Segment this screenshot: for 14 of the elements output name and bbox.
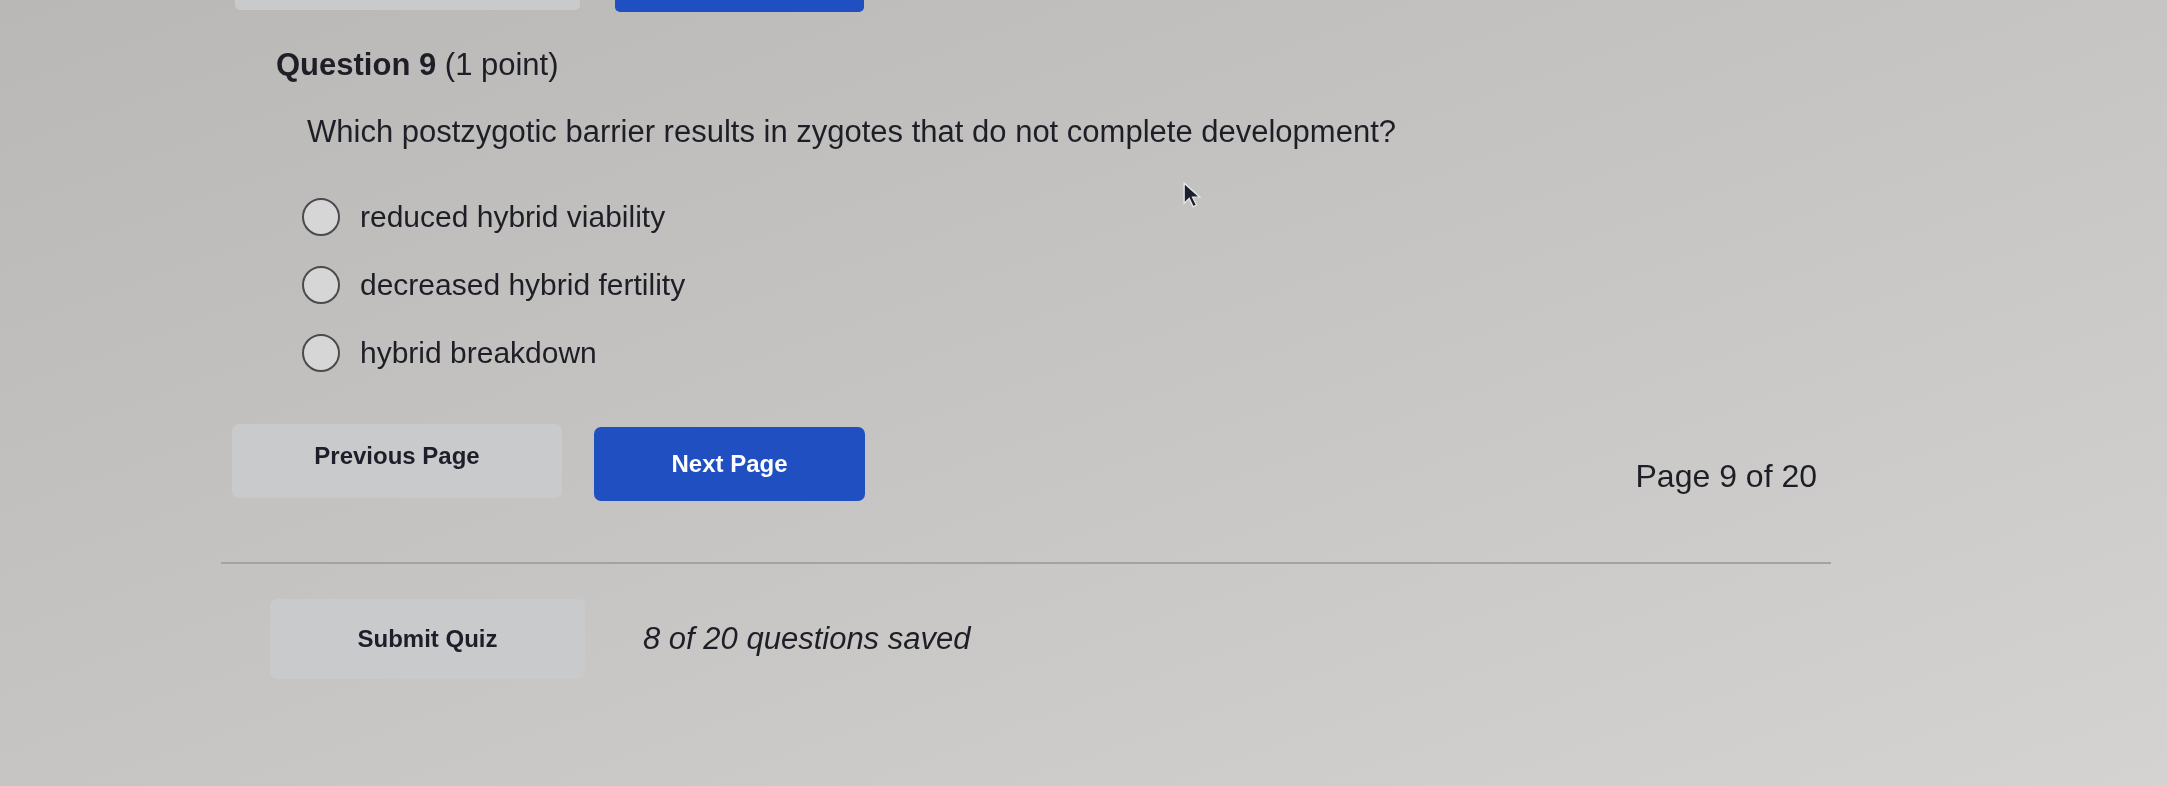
radio-button[interactable]	[302, 266, 340, 304]
previous-page-button[interactable]: Previous Page	[232, 424, 562, 498]
radio-button[interactable]	[302, 198, 340, 236]
option-label[interactable]: hybrid breakdown	[360, 333, 597, 373]
option-label[interactable]: decreased hybrid fertility	[360, 265, 686, 305]
page-indicator: Page 9 of 20	[1635, 457, 1817, 496]
question-text: Which postzygotic barrier results in zygotes that do not complete development?	[307, 113, 1396, 151]
question-title: Question 9 (1 point)	[276, 46, 559, 84]
next-page-button[interactable]: Next Page	[594, 427, 865, 501]
option-label[interactable]: reduced hybrid viability	[360, 197, 666, 237]
save-status: 8 of 20 questions saved	[643, 620, 971, 658]
radio-button[interactable]	[302, 334, 340, 372]
submit-quiz-button[interactable]: Submit Quiz	[270, 599, 585, 679]
mouse-pointer-icon	[1183, 182, 1201, 209]
